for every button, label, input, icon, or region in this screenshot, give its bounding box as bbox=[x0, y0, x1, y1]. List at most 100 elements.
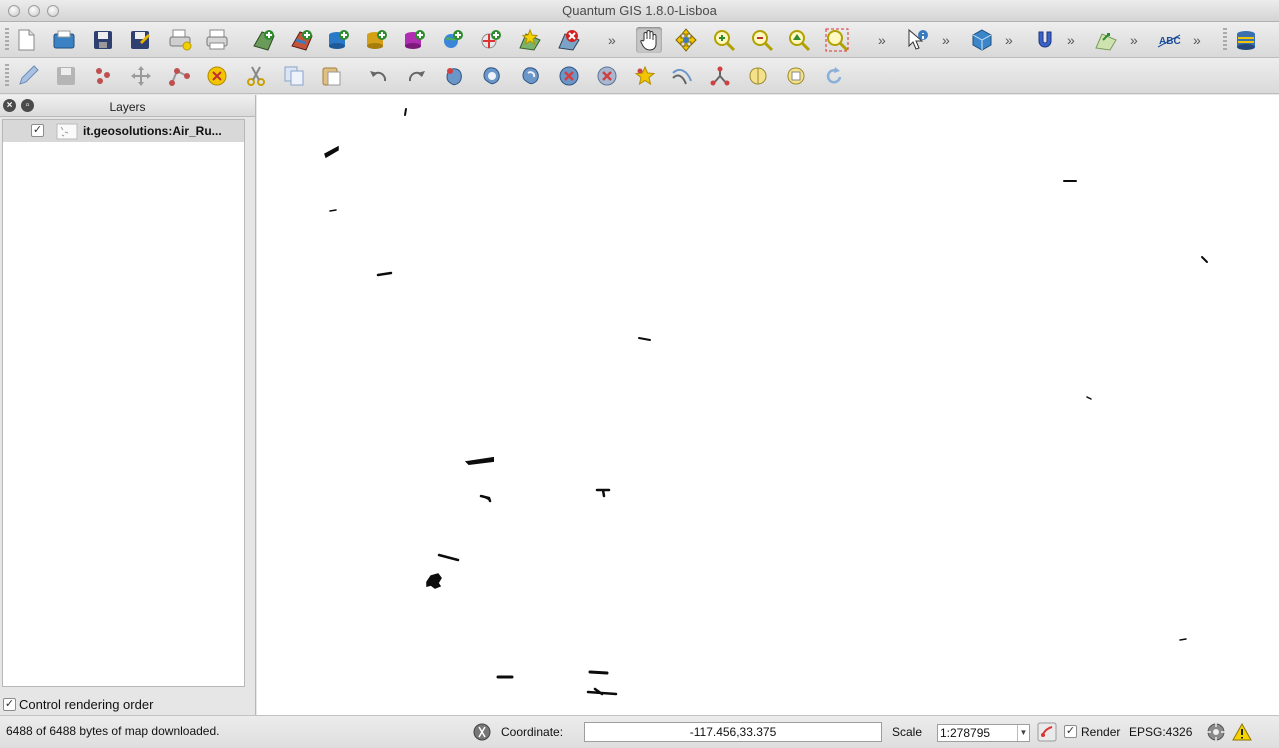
zoom-out-button[interactable] bbox=[749, 27, 775, 53]
abc-label-icon: ABC bbox=[1157, 34, 1181, 48]
offset-curve-button[interactable] bbox=[669, 63, 695, 89]
spellcheck-label-button[interactable]: ABC bbox=[1157, 27, 1183, 53]
merge-features-button[interactable] bbox=[745, 63, 771, 89]
toolbar-overflow-chevron-icon[interactable]: » bbox=[1005, 32, 1013, 48]
stop-render-button[interactable] bbox=[1037, 722, 1057, 742]
add-wms-layer-button[interactable] bbox=[440, 27, 466, 53]
warning-icon bbox=[1232, 722, 1252, 741]
toggle-editing-button[interactable] bbox=[16, 63, 42, 89]
identify-features-button[interactable] bbox=[905, 27, 931, 53]
add-raster-layer-button[interactable] bbox=[289, 27, 315, 53]
simplify-feature-button[interactable] bbox=[441, 63, 467, 89]
mouse-coordinate-icon bbox=[473, 723, 491, 741]
message-log-button[interactable] bbox=[1232, 722, 1252, 742]
merge-features-icon bbox=[749, 67, 767, 85]
add-part-button[interactable] bbox=[518, 63, 544, 89]
toolbar-overflow-chevron-icon[interactable]: » bbox=[1130, 32, 1138, 48]
remove-layer-button[interactable] bbox=[556, 27, 582, 53]
zoom-to-selection-button[interactable] bbox=[824, 27, 850, 53]
reshape-star-icon bbox=[634, 65, 656, 86]
redo-button[interactable] bbox=[404, 63, 430, 89]
copy-features-button[interactable] bbox=[281, 63, 307, 89]
zoom-full-button[interactable] bbox=[786, 27, 812, 53]
new-project-button[interactable] bbox=[13, 27, 39, 53]
add-feature-button[interactable] bbox=[90, 63, 116, 89]
save-project-button[interactable] bbox=[90, 27, 116, 53]
add-spatialite-layer-button[interactable] bbox=[364, 27, 390, 53]
delete-selected-button[interactable] bbox=[204, 63, 230, 89]
toolbar-overflow-chevron-icon[interactable]: » bbox=[608, 32, 616, 48]
render-checkbox[interactable]: ✓ bbox=[1064, 725, 1077, 738]
runway-feature bbox=[586, 687, 618, 696]
runway-feature bbox=[588, 670, 609, 675]
zoom-selection-icon bbox=[825, 28, 849, 52]
print-button[interactable] bbox=[204, 27, 230, 53]
3d-view-button[interactable] bbox=[969, 27, 995, 53]
add-ring-button[interactable] bbox=[479, 63, 505, 89]
control-rendering-order-checkbox[interactable]: ✓ bbox=[3, 698, 16, 711]
add-mssql-layer-button[interactable] bbox=[402, 27, 428, 53]
map-canvas[interactable] bbox=[257, 95, 1279, 715]
georeferencer-button[interactable] bbox=[1093, 27, 1119, 53]
toolbar-overflow-chevron-icon[interactable]: » bbox=[1193, 32, 1201, 48]
runway-feature bbox=[426, 573, 442, 589]
database-manager-button[interactable] bbox=[1233, 27, 1259, 53]
save-project-as-button[interactable] bbox=[127, 27, 153, 53]
add-database-layer-icon bbox=[405, 30, 425, 49]
floppy-disk-icon bbox=[94, 31, 112, 49]
editing-toolbar bbox=[0, 58, 1279, 94]
rotate-icon bbox=[826, 67, 842, 84]
paste-features-button[interactable] bbox=[318, 63, 344, 89]
pan-to-selection-button[interactable] bbox=[673, 27, 699, 53]
delete-ring-button[interactable] bbox=[556, 63, 582, 89]
undo-icon bbox=[370, 71, 387, 82]
plugin-magnet-button[interactable] bbox=[1032, 27, 1058, 53]
layer-visibility-checkbox[interactable]: ✓ bbox=[31, 124, 44, 137]
new-print-composer-button[interactable] bbox=[167, 27, 193, 53]
layer-item[interactable]: ✓ it.geosolutions:Air_Ru... bbox=[3, 120, 244, 142]
add-postgis-layer-icon bbox=[329, 30, 349, 49]
reshape-features-button[interactable] bbox=[632, 63, 658, 89]
toolbar-grip[interactable] bbox=[5, 28, 9, 52]
add-vector-layer-button[interactable] bbox=[251, 27, 277, 53]
render-label: Render bbox=[1081, 725, 1121, 739]
svg-text:ABC: ABC bbox=[1159, 36, 1181, 47]
new-document-icon bbox=[18, 29, 35, 51]
save-edits-button[interactable] bbox=[53, 63, 79, 89]
crs-status-button[interactable]: EPSG:4326 bbox=[1129, 725, 1192, 739]
magnet-icon bbox=[1038, 31, 1052, 48]
delete-part-icon bbox=[597, 66, 617, 86]
scale-combobox[interactable]: 1:278795 ▼ bbox=[937, 724, 1030, 742]
rotate-point-symbols-button[interactable] bbox=[821, 63, 847, 89]
open-project-button[interactable] bbox=[51, 27, 77, 53]
control-rendering-order-label: Control rendering order bbox=[19, 697, 154, 712]
delete-part-button[interactable] bbox=[594, 63, 620, 89]
toolbar-grip[interactable] bbox=[1223, 28, 1227, 52]
undo-button[interactable] bbox=[365, 63, 391, 89]
projection-globe-icon bbox=[1207, 723, 1225, 741]
new-shapefile-layer-button[interactable] bbox=[517, 27, 543, 53]
add-wms-layer-icon bbox=[444, 30, 463, 48]
cut-features-button[interactable] bbox=[243, 63, 269, 89]
add-raster-layer-icon bbox=[291, 30, 313, 51]
merge-attributes-button[interactable] bbox=[783, 63, 809, 89]
node-tool-button[interactable] bbox=[167, 63, 193, 89]
add-postgis-layer-button[interactable] bbox=[326, 27, 352, 53]
add-wfs-layer-button[interactable] bbox=[478, 27, 504, 53]
crs-projection-button[interactable] bbox=[1206, 722, 1226, 742]
move-feature-button[interactable] bbox=[128, 63, 154, 89]
coordinate-field[interactable]: -117.456,33.375 bbox=[584, 722, 882, 742]
runway-feature bbox=[404, 108, 407, 116]
toolbar-grip[interactable] bbox=[5, 64, 9, 88]
runway-feature bbox=[464, 456, 494, 466]
split-features-button[interactable] bbox=[707, 63, 733, 89]
toolbar-overflow-chevron-icon[interactable]: » bbox=[1067, 32, 1075, 48]
pan-map-button[interactable] bbox=[636, 27, 662, 53]
toolbar-overflow-chevron-icon[interactable]: » bbox=[878, 32, 886, 48]
toolbar-overflow-chevron-icon[interactable]: » bbox=[942, 32, 950, 48]
zoom-in-button[interactable] bbox=[711, 27, 737, 53]
add-vector-layer-icon bbox=[253, 30, 275, 51]
chevron-down-icon[interactable]: ▼ bbox=[1017, 725, 1029, 741]
coordinate-toggle-button[interactable] bbox=[472, 722, 492, 742]
layer-list[interactable]: ✓ it.geosolutions:Air_Ru... bbox=[2, 119, 245, 687]
